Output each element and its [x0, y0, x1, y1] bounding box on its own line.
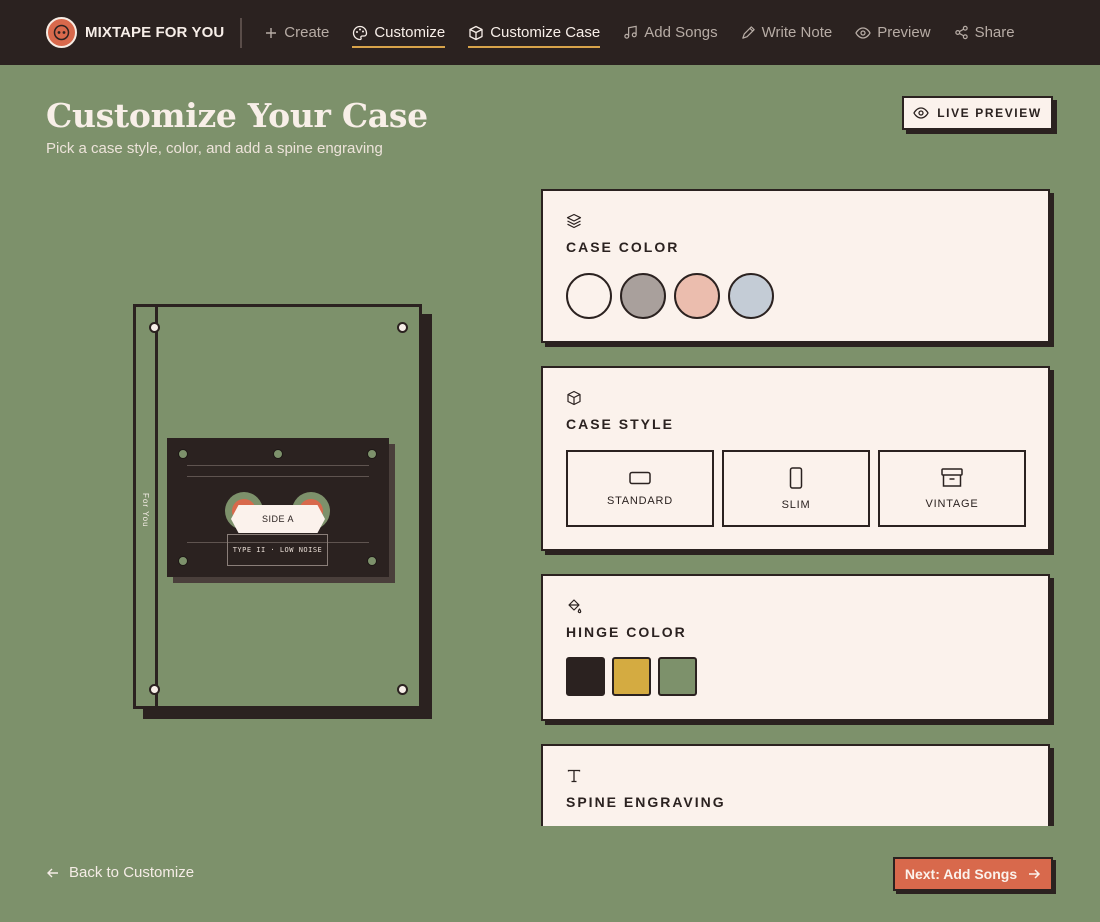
cassette-tape: SIDE A TYPE II · LOW NOISE — [167, 438, 389, 577]
music-note-icon — [624, 25, 637, 39]
page-title: Customize Your Case — [46, 96, 428, 135]
hinge-color-swatch-black[interactable] — [566, 657, 605, 696]
brand[interactable]: MIXTAPE FOR YOU — [46, 17, 224, 48]
hinge-dot — [149, 684, 160, 695]
nav-add-songs[interactable]: Add Songs — [623, 18, 718, 48]
tape-line — [187, 476, 369, 477]
eye-icon — [855, 26, 871, 39]
plus-icon — [266, 27, 277, 38]
nav-customize[interactable]: Customize — [352, 18, 445, 48]
nav-create[interactable]: Create — [264, 18, 329, 48]
spine-engraving-title: SPINE ENGRAVING — [566, 794, 726, 810]
case-style-standard-button[interactable]: STANDARD — [566, 450, 714, 527]
hinge-dot — [149, 322, 160, 333]
case-spine: For You — [136, 307, 158, 706]
live-preview-button[interactable]: LIVE PREVIEW — [902, 96, 1053, 130]
rectangle-icon — [629, 471, 651, 484]
hinge-color-title: HINGE COLOR — [566, 624, 687, 640]
tape-screw — [178, 556, 188, 566]
case-color-swatch-gray[interactable] — [620, 273, 666, 319]
paint-bucket-icon — [568, 599, 582, 614]
case-style-slim-button[interactable]: SLIM — [722, 450, 870, 527]
tape-type-label: TYPE II · LOW NOISE — [227, 534, 328, 566]
hinge-dot — [397, 684, 408, 695]
arrow-left-icon — [47, 868, 58, 877]
nav-preview-label: Preview — [877, 24, 931, 41]
smartphone-icon — [789, 466, 803, 489]
page-subtitle: Pick a case style, color, and add a spin… — [46, 140, 383, 157]
palette-icon — [353, 25, 368, 40]
case-style-vintage-button[interactable]: VINTAGE — [878, 450, 1026, 527]
case-color-swatch-blue[interactable] — [728, 273, 774, 319]
options-scroll-area[interactable]: CASE COLOR CASE STYLE STANDARD SLIM VINT… — [540, 189, 1060, 826]
hinge-color-panel: HINGE COLOR — [541, 574, 1050, 721]
case-style-panel: CASE STYLE STANDARD SLIM VINTAGE — [541, 366, 1050, 551]
hinge-color-swatch-gold[interactable] — [612, 657, 651, 696]
case-color-swatch-pink[interactable] — [674, 273, 720, 319]
next-add-songs-button[interactable]: Next: Add Songs — [893, 857, 1053, 891]
layers-icon — [566, 213, 582, 229]
pen-icon — [741, 26, 755, 39]
live-preview-label: LIVE PREVIEW — [937, 106, 1042, 120]
nav-share-label: Share — [974, 24, 1015, 41]
nav-divider — [240, 17, 243, 48]
hinge-color-swatch-green[interactable] — [658, 657, 697, 696]
tape-screw — [178, 449, 188, 459]
tape-screw — [273, 449, 283, 459]
case-color-swatch-cream[interactable] — [566, 273, 612, 319]
cassette-logo-icon — [46, 17, 77, 48]
nav-preview[interactable]: Preview — [855, 18, 931, 48]
nav-customize-case-label: Customize Case — [490, 24, 601, 41]
main-nav: Create Customize Customize Case Add Song… — [264, 0, 1037, 65]
nav-share[interactable]: Share — [954, 18, 1015, 48]
next-add-songs-label: Next: Add Songs — [904, 866, 1018, 882]
hinge-dot — [397, 322, 408, 333]
arrow-right-icon — [1029, 869, 1041, 879]
tape-screw — [367, 556, 377, 566]
case-style-slim-label: SLIM — [781, 498, 811, 511]
nav-customize-case[interactable]: Customize Case — [468, 18, 601, 48]
back-to-customize-label: Back to Customize — [69, 864, 195, 881]
tape-side-label: SIDE A — [231, 505, 325, 533]
case-style-vintage-label: VINTAGE — [925, 497, 979, 510]
share-icon — [954, 25, 968, 40]
back-to-customize-link[interactable]: Back to Customize — [46, 864, 194, 881]
spine-engraving-panel: SPINE ENGRAVING — [541, 744, 1050, 826]
tape-screw — [367, 449, 377, 459]
nav-add-songs-label: Add Songs — [644, 24, 718, 41]
case-color-panel: CASE COLOR — [541, 189, 1050, 343]
case-style-standard-label: STANDARD — [606, 494, 674, 507]
spine-engraving-text: For You — [141, 493, 150, 528]
eye-icon — [913, 107, 929, 119]
brand-name: MIXTAPE FOR YOU — [85, 24, 225, 41]
case-style-title: CASE STYLE — [566, 416, 674, 432]
case-color-title: CASE COLOR — [566, 239, 680, 255]
nav-create-label: Create — [284, 24, 330, 41]
nav-customize-label: Customize — [374, 24, 446, 41]
box-icon — [469, 25, 483, 40]
tape-line — [187, 465, 369, 466]
top-navigation-bar: MIXTAPE FOR YOU Create Customize Customi… — [0, 0, 1100, 65]
archive-icon — [941, 467, 963, 487]
box-icon — [567, 390, 581, 406]
nav-write-note-label: Write Note — [761, 24, 833, 41]
type-icon — [567, 769, 581, 783]
nav-write-note[interactable]: Write Note — [741, 18, 833, 48]
